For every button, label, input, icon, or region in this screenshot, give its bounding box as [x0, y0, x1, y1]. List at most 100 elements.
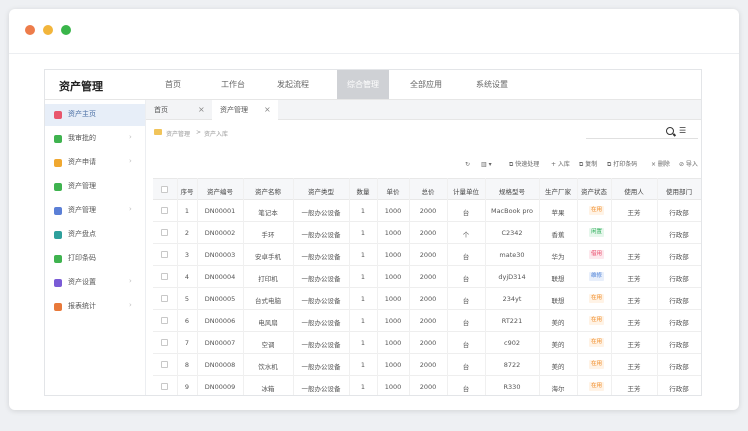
- table-cell: 4: [184, 273, 190, 281]
- row-checkbox[interactable]: [161, 207, 168, 214]
- search-icon[interactable]: [666, 127, 674, 135]
- topnav-item[interactable]: 全部应用: [403, 70, 449, 99]
- topnav-item[interactable]: 发起流程: [265, 70, 321, 99]
- table-cell: 王芳: [627, 297, 641, 305]
- refresh-button[interactable]: ↻: [465, 158, 470, 172]
- topnav-item[interactable]: 综合管理: [337, 70, 389, 99]
- table-cell: 1: [360, 251, 366, 259]
- row-checkbox[interactable]: [161, 251, 168, 258]
- column-header[interactable]: 单价: [377, 186, 409, 196]
- sidebar-item[interactable]: 资产设置 ›: [45, 272, 145, 294]
- table-row[interactable]: 5 DN00005 台式电脑 一般办公设备 1 1000 2000 台 234yt 联想 在用 王芳 行…: [153, 288, 701, 310]
- minimize-window-button[interactable]: [43, 25, 53, 35]
- search-input[interactable]: [586, 138, 698, 139]
- column-header[interactable]: 生产厂家: [539, 186, 577, 196]
- tab[interactable]: 首页 ×: [146, 100, 212, 120]
- sidebar-item[interactable]: 资产管理 ›: [45, 200, 145, 222]
- topnav-item[interactable]: 系统设置: [463, 70, 521, 99]
- copy-button[interactable]: ⧉ 复制: [579, 158, 597, 172]
- breadcrumb-separator: >: [196, 129, 202, 136]
- status-badge: 在用: [589, 206, 605, 215]
- table-cell: DN00001: [204, 207, 236, 215]
- maximize-window-button[interactable]: [61, 25, 71, 35]
- close-icon[interactable]: ×: [198, 100, 205, 120]
- sidebar-item-label: 资产盘点: [68, 230, 96, 238]
- row-checkbox[interactable]: [161, 229, 168, 236]
- row-checkbox[interactable]: [161, 273, 168, 280]
- row-checkbox[interactable]: [161, 361, 168, 368]
- topnav-item[interactable]: 工作台: [213, 70, 253, 99]
- column-header[interactable]: 序号: [177, 186, 197, 196]
- table-row[interactable]: 9 DN00009 冰箱 一般办公设备 1 1000 2000 台 R330 海尔 在用 王芳 行政部: [153, 376, 701, 395]
- column-header[interactable]: 资产编号: [197, 186, 243, 196]
- table-row[interactable]: 7 DN00007 空调 一般办公设备 1 1000 2000 台 c902 美的 在用 王芳 行政部: [153, 332, 701, 354]
- table-row[interactable]: 3 DN00003 安卓手机 一般办公设备 1 1000 2000 台 mate30 华为 借用 王芳…: [153, 244, 701, 266]
- table-cell: 冰箱: [261, 385, 275, 393]
- sidebar-item-label: 资产管理: [68, 206, 96, 214]
- sidebar-item[interactable]: 我审批的 ›: [45, 128, 145, 150]
- print-barcode-button[interactable]: ⧉ 打印条码: [607, 158, 637, 172]
- sidebar-item-label: 资产管理: [68, 182, 96, 190]
- table-cell: 2000: [419, 207, 437, 215]
- column-header[interactable]: 总价: [409, 186, 447, 196]
- sidebar-item[interactable]: 资产盘点: [45, 224, 145, 246]
- top-nav: 资产管理 首页 工作台 发起流程 综合管理 全部应用 系统设置: [45, 70, 701, 100]
- breadcrumb-item[interactable]: 资产管理: [166, 129, 190, 138]
- column-header[interactable]: 使用部门: [657, 186, 701, 196]
- column-header[interactable]: 资产名称: [243, 186, 293, 196]
- select-all-checkbox[interactable]: [161, 186, 168, 193]
- delete-button[interactable]: × 删除: [651, 158, 670, 172]
- sidebar-item[interactable]: 资产管理: [45, 176, 145, 198]
- table-cell: 1: [360, 229, 366, 237]
- list-view-icon[interactable]: ☰: [679, 127, 686, 135]
- close-window-button[interactable]: [25, 25, 35, 35]
- table-cell: 1000: [384, 251, 402, 259]
- row-checkbox[interactable]: [161, 295, 168, 302]
- table-cell: 华为: [551, 253, 565, 261]
- sidebar-item[interactable]: 资产申请 ›: [45, 152, 145, 174]
- close-icon[interactable]: ×: [264, 100, 271, 120]
- table-cell: 台: [462, 275, 470, 283]
- column-header[interactable]: 计量单位: [447, 186, 485, 196]
- row-checkbox[interactable]: [161, 339, 168, 346]
- table-cell: 台: [462, 297, 470, 305]
- row-checkbox[interactable]: [161, 383, 168, 390]
- table-row[interactable]: 4 DN00004 打印机 一般办公设备 1 1000 2000 台 dyjD314 联想 维修 王芳…: [153, 266, 701, 288]
- column-header[interactable]: 使用人: [611, 186, 657, 196]
- table-cell: 一般办公设备: [301, 231, 341, 239]
- sidebar-item[interactable]: 报表统计 ›: [45, 296, 145, 318]
- tab[interactable]: 资产管理 ×: [212, 100, 278, 120]
- table-cell: 1000: [384, 383, 402, 391]
- table-row[interactable]: 1 DN00001 笔记本 一般办公设备 1 1000 2000 台 MacBook pro 苹果…: [153, 200, 701, 222]
- column-header[interactable]: 资产类型: [293, 186, 349, 196]
- app-title: 资产管理: [59, 80, 103, 93]
- column-header[interactable]: 数量: [349, 186, 377, 196]
- sidebar-item-label: 资产设置: [68, 278, 96, 286]
- table-row[interactable]: 2 DN00002 手环 一般办公设备 1 1000 2000 个 C2342 香蕉 闲置 行政部: [153, 222, 701, 244]
- table-header: 序号 资产编号 资产名称 资产类型 数量 单价 总价 计量单位 规格型号 生产厂家 资产状态 使用人使…: [153, 178, 701, 200]
- sidebar: 资产主页 我审批的 › 资产申请 › 资产管理 资产管理 › 资产盘点 打印条码 资产设置 › 报表统计…: [45, 100, 146, 395]
- table-cell: 安卓手机: [255, 253, 281, 261]
- table-cell: 王芳: [627, 253, 641, 261]
- import-button[interactable]: ⊘ 导入: [679, 158, 698, 172]
- apply-icon: [54, 159, 62, 167]
- table-cell: DN00005: [204, 295, 236, 303]
- stock-in-button[interactable]: + 入库: [551, 158, 570, 172]
- column-divider: [611, 178, 612, 395]
- column-header[interactable]: 资产状态: [577, 186, 611, 196]
- table-cell: DN00003: [204, 251, 236, 259]
- table-cell: 1000: [384, 295, 402, 303]
- sidebar-item[interactable]: 资产主页: [45, 104, 145, 126]
- table-cell: 联想: [551, 297, 565, 305]
- columns-button[interactable]: ▥ ▾: [481, 158, 492, 172]
- column-header[interactable]: 规格型号: [485, 186, 539, 196]
- table-row[interactable]: 6 DN00006 电风扇 一般办公设备 1 1000 2000 台 RT221 美的 在用 王芳 行政…: [153, 310, 701, 332]
- sidebar-item-label: 报表统计: [68, 302, 96, 310]
- quick-process-button[interactable]: ⧉ 快速处理: [509, 158, 539, 172]
- row-checkbox[interactable]: [161, 317, 168, 324]
- table-row[interactable]: 8 DN00008 饮水机 一般办公设备 1 1000 2000 台 8722 美的 在用 王芳 行政部: [153, 354, 701, 376]
- topnav-item[interactable]: 首页: [153, 70, 193, 99]
- table-cell: 行政部: [669, 297, 689, 305]
- table-cell: 美的: [551, 341, 565, 349]
- sidebar-item[interactable]: 打印条码: [45, 248, 145, 270]
